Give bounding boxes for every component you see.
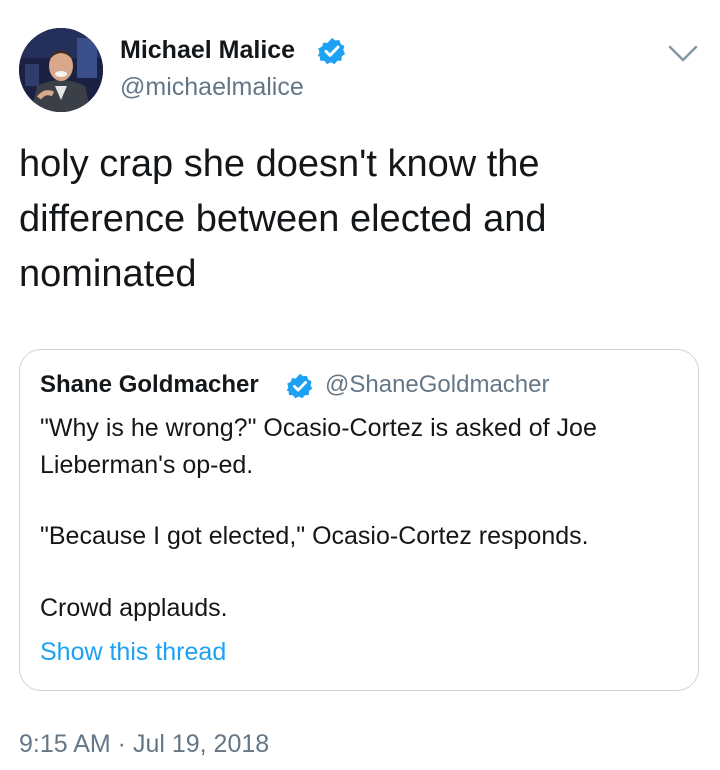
verified-badge-icon	[317, 37, 345, 65]
quoted-author-handle: @ShaneGoldmacher	[325, 371, 550, 398]
author-handle[interactable]: @michaelmalice	[120, 73, 304, 102]
show-thread-link[interactable]: Show this thread	[40, 638, 226, 667]
quoted-text-line: "Because I got elected," Ocasio-Cortez r…	[40, 522, 589, 550]
quoted-author-name: Shane Goldmacher	[40, 371, 259, 398]
quoted-paragraph: Crowd applauds.	[40, 590, 228, 627]
tweet-timestamp[interactable]: 9:15 AM · Jul 19, 2018	[19, 730, 269, 759]
quoted-paragraph: "Because I got elected," Ocasio-Cortez r…	[40, 518, 589, 555]
tweet-text: holy crap she doesn't know the differenc…	[19, 137, 679, 302]
tweet-text-line: nominated	[19, 253, 197, 295]
quoted-text-line: Crowd applauds.	[40, 594, 228, 622]
tweet-page: Michael Malice @michaelmalice holy crap …	[0, 0, 720, 770]
quoted-tweet-card[interactable]: Shane Goldmacher @ShaneGoldmacher "Why i…	[19, 349, 699, 691]
author-name[interactable]: Michael Malice	[120, 36, 295, 65]
quoted-text-line: Lieberman's op-ed.	[40, 451, 254, 479]
verified-badge-icon	[286, 373, 313, 399]
tweet-text-line: holy crap she doesn't know the	[19, 143, 540, 185]
avatar-photo-icon	[19, 28, 103, 112]
chevron-down-icon[interactable]	[666, 40, 700, 66]
author-avatar[interactable]	[19, 28, 103, 112]
quoted-paragraph: "Why is he wrong?" Ocasio-Cortez is aske…	[40, 410, 597, 484]
tweet-text-line: difference between elected and	[19, 198, 547, 240]
quoted-text-line: "Why is he wrong?" Ocasio-Cortez is aske…	[40, 414, 597, 442]
